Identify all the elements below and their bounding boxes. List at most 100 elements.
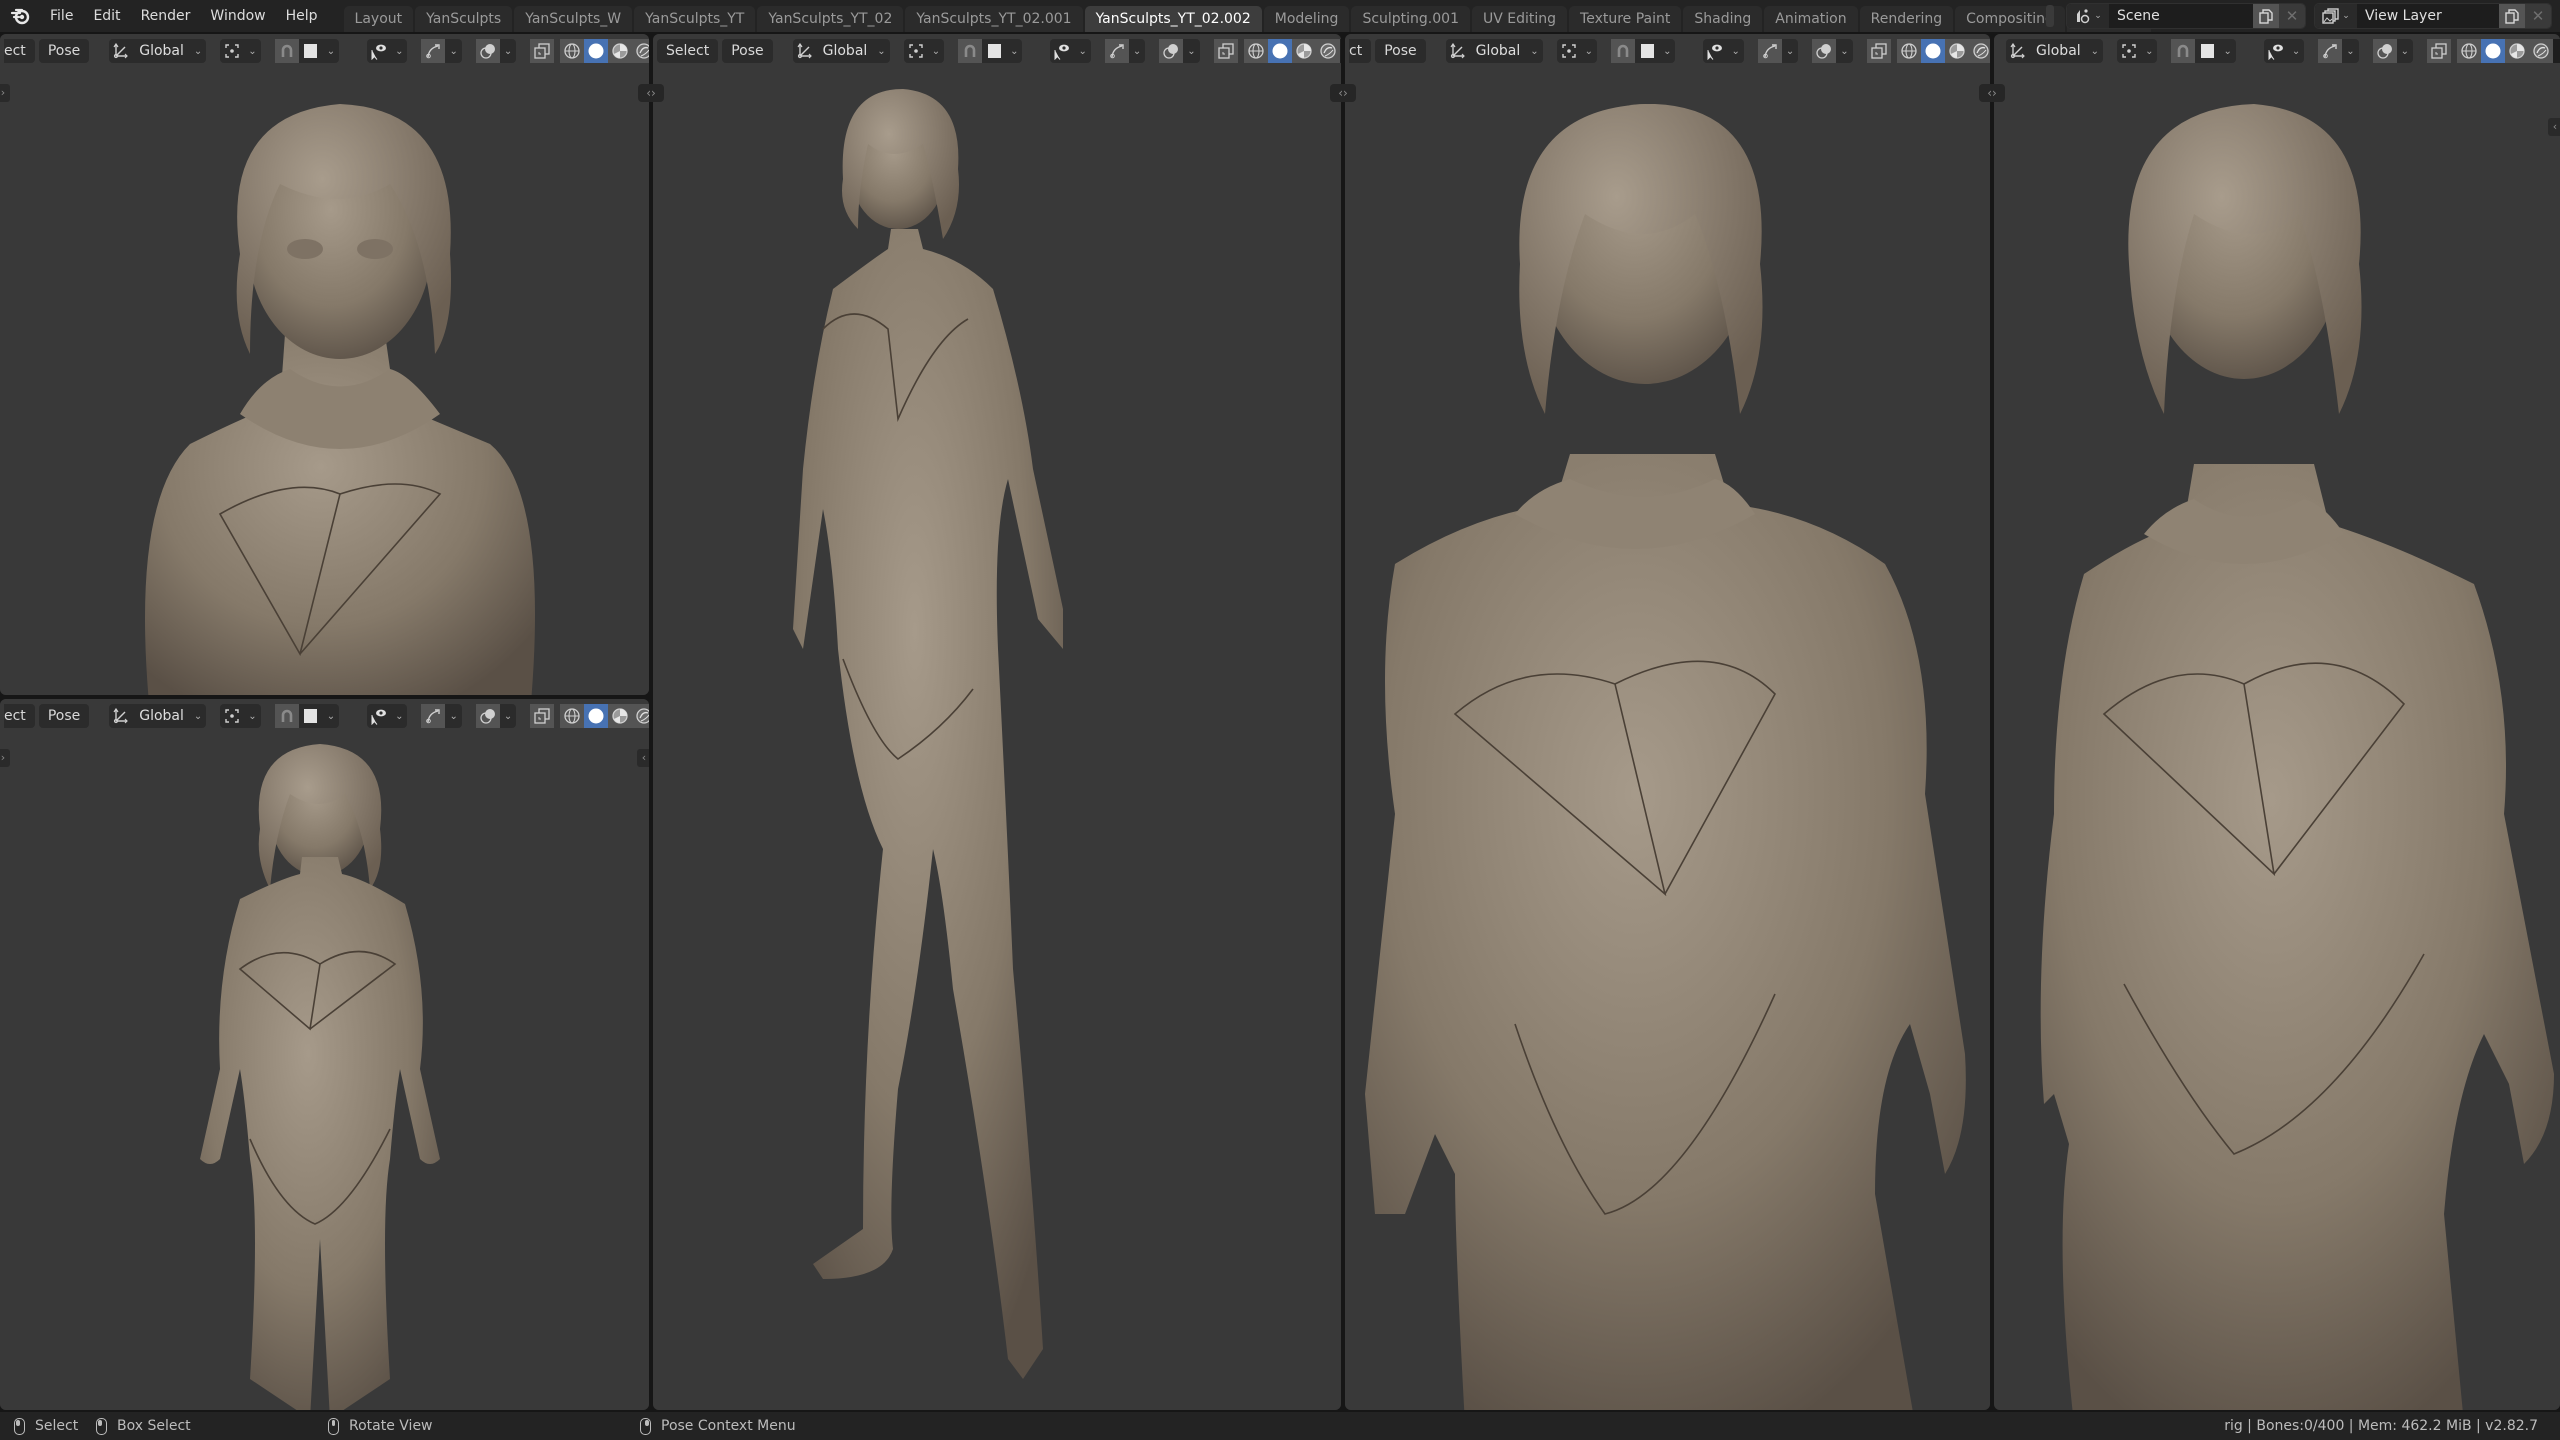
area-split-handle[interactable]: ‹› <box>1979 84 2005 102</box>
gizmo-dropdown-chevron-icon[interactable]: ⌄ <box>445 711 461 722</box>
selectability-visibility-dropdown[interactable]: ⌄ <box>1703 39 1744 63</box>
xray-toggle[interactable] <box>2427 39 2452 63</box>
pivot-point-dropdown[interactable]: ⌄ <box>903 39 945 63</box>
chevron-down-icon[interactable]: ⌄ <box>1526 46 1542 57</box>
shading-wireframe-icon[interactable] <box>1243 39 1268 63</box>
render-layers-icon[interactable]: ⌄ <box>2315 4 2357 28</box>
snap-magnet-icon[interactable] <box>274 704 299 728</box>
snap-target-icon[interactable] <box>299 704 323 728</box>
chevron-down-icon[interactable]: ⌄ <box>1581 46 1597 57</box>
workspace-tab[interactable]: Animation <box>1764 6 1858 32</box>
view-layer-name-field[interactable]: View Layer <box>2357 4 2499 28</box>
shading-material-preview-icon[interactable] <box>1291 39 1316 63</box>
workspace-tab[interactable]: YanSculpts_YT_02 <box>757 6 904 32</box>
workspace-tab[interactable]: Sculpting.001 <box>1351 6 1470 32</box>
transform-orientation-dropdown[interactable]: Global ⌄ <box>792 39 890 63</box>
pose-menu[interactable]: Pose <box>1375 39 1426 63</box>
gizmo-icon[interactable] <box>1104 39 1129 63</box>
chevron-down-icon[interactable]: ⌄ <box>928 46 944 57</box>
pose-menu[interactable]: Pose <box>722 39 773 63</box>
shading-solid-icon[interactable] <box>1920 39 1945 63</box>
viewport-right-a[interactable]: ctPose Global ⌄ ⌄ ⌄ ⌄ ⌄ ⌄ ⌄ <box>1345 34 1990 1410</box>
xray-toggle[interactable] <box>530 39 555 63</box>
chevron-down-icon[interactable]: ⌄ <box>190 46 206 57</box>
viewport-top-left[interactable]: ectPose Global ⌄ ⌄ ⌄ ⌄ ⌄ ⌄ ⌄ › <box>0 34 649 695</box>
transform-orientation-dropdown[interactable]: Global ⌄ <box>109 704 207 728</box>
chevron-down-icon[interactable]: ⌄ <box>873 46 889 57</box>
shading-options-chevron-icon[interactable]: ⌄ <box>1339 39 1341 63</box>
snap-target-icon[interactable] <box>299 39 323 63</box>
shading-material-preview-icon[interactable] <box>1944 39 1969 63</box>
shading-options-chevron-icon[interactable]: ⌄ <box>2553 39 2560 63</box>
shading-material-preview-icon[interactable] <box>2505 39 2530 63</box>
chevron-down-icon[interactable]: ⌄ <box>2141 46 2157 57</box>
transform-orientation-dropdown[interactable]: Global ⌄ <box>2006 39 2104 63</box>
scene-icon[interactable]: ⌄ <box>2067 4 2109 28</box>
pose-menu[interactable]: Pose <box>38 704 90 728</box>
blender-logo-icon[interactable] <box>0 0 40 32</box>
shading-wireframe-icon[interactable] <box>1896 39 1921 63</box>
select-menu[interactable]: ect <box>4 39 35 63</box>
workspace-tab[interactable]: YanSculpts <box>415 6 513 32</box>
workspace-tab[interactable]: YanSculpts_YT <box>634 6 756 32</box>
menu-help[interactable]: Help <box>276 3 328 29</box>
pose-menu[interactable]: Pose <box>38 39 90 63</box>
selectability-visibility-dropdown[interactable]: ⌄ <box>367 39 408 63</box>
selectability-visibility-dropdown[interactable]: ⌄ <box>2263 39 2305 63</box>
delete-view-layer-button[interactable]: ✕ <box>2525 4 2551 28</box>
overlay-dropdown-chevron-icon[interactable]: ⌄ <box>1183 46 1199 57</box>
snap-target-icon[interactable] <box>1635 39 1659 63</box>
gizmo-dropdown-chevron-icon[interactable]: ⌄ <box>445 46 461 57</box>
workspace-tab[interactable]: YanSculpts_YT_02.001 <box>905 6 1083 32</box>
workspace-tab[interactable]: YanSculpts_W <box>514 6 633 32</box>
pivot-point-dropdown[interactable]: ⌄ <box>220 704 261 728</box>
shading-wireframe-icon[interactable] <box>2457 39 2482 63</box>
pivot-point-dropdown[interactable]: ⌄ <box>2117 39 2158 63</box>
overlay-dropdown-chevron-icon[interactable]: ⌄ <box>1836 46 1852 57</box>
workspace-tab[interactable]: Modeling <box>1263 6 1350 32</box>
shading-wireframe-icon[interactable] <box>560 704 585 728</box>
snap-target-icon[interactable] <box>982 39 1006 63</box>
snap-magnet-icon[interactable] <box>274 39 299 63</box>
transform-orientation-dropdown[interactable]: Global ⌄ <box>109 39 207 63</box>
shading-rendered-icon[interactable] <box>2529 39 2554 63</box>
workspace-tab[interactable]: UV Editing <box>1471 6 1568 32</box>
selectability-visibility-dropdown[interactable]: ⌄ <box>1050 39 1091 63</box>
shading-material-preview-icon[interactable] <box>608 39 633 63</box>
pivot-point-dropdown[interactable]: ⌄ <box>1556 39 1598 63</box>
overlay-icon[interactable] <box>2372 39 2397 63</box>
chevron-down-icon[interactable]: ⌄ <box>391 46 407 57</box>
new-scene-button[interactable] <box>2253 4 2279 28</box>
gizmo-icon[interactable] <box>1757 39 1782 63</box>
select-menu[interactable]: Select <box>657 39 719 63</box>
area-split-handle[interactable]: ‹› <box>638 84 664 102</box>
gizmo-icon[interactable] <box>421 39 446 63</box>
overlay-dropdown-chevron-icon[interactable]: ⌄ <box>2397 46 2413 57</box>
toolbar-toggle[interactable]: › <box>0 749 10 767</box>
workspace-tab[interactable]: Rendering <box>1859 6 1954 32</box>
overlay-dropdown-chevron-icon[interactable]: ⌄ <box>500 46 516 57</box>
gizmo-icon[interactable] <box>421 704 446 728</box>
chevron-down-icon[interactable]: ⌄ <box>244 46 260 57</box>
sidebar-toggle[interactable]: ‹ <box>2548 118 2560 136</box>
overlay-dropdown-chevron-icon[interactable]: ⌄ <box>500 711 516 722</box>
workspace-tab[interactable]: Shading <box>1683 6 1763 32</box>
select-menu[interactable]: ct <box>1349 39 1372 63</box>
gizmo-dropdown-chevron-icon[interactable]: ⌄ <box>1129 46 1145 57</box>
chevron-down-icon[interactable]: ⌄ <box>244 711 260 722</box>
transform-orientation-dropdown[interactable]: Global ⌄ <box>1445 39 1543 63</box>
overlay-icon[interactable] <box>1812 39 1837 63</box>
chevron-down-icon[interactable]: ⌄ <box>323 46 339 57</box>
scene-name-field[interactable]: Scene <box>2109 4 2253 28</box>
overlay-icon[interactable] <box>475 39 500 63</box>
shading-solid-icon[interactable] <box>584 39 609 63</box>
overlay-icon[interactable] <box>475 704 500 728</box>
menu-file[interactable]: File <box>40 3 83 29</box>
shading-material-preview-icon[interactable] <box>608 704 633 728</box>
shading-solid-icon[interactable] <box>584 704 609 728</box>
chevron-down-icon[interactable]: ⌄ <box>1727 46 1743 57</box>
workspace-tab[interactable]: Layout <box>343 6 414 32</box>
delete-scene-button[interactable]: ✕ <box>2279 4 2305 28</box>
shading-rendered-icon[interactable] <box>632 704 649 728</box>
menu-edit[interactable]: Edit <box>83 3 130 29</box>
